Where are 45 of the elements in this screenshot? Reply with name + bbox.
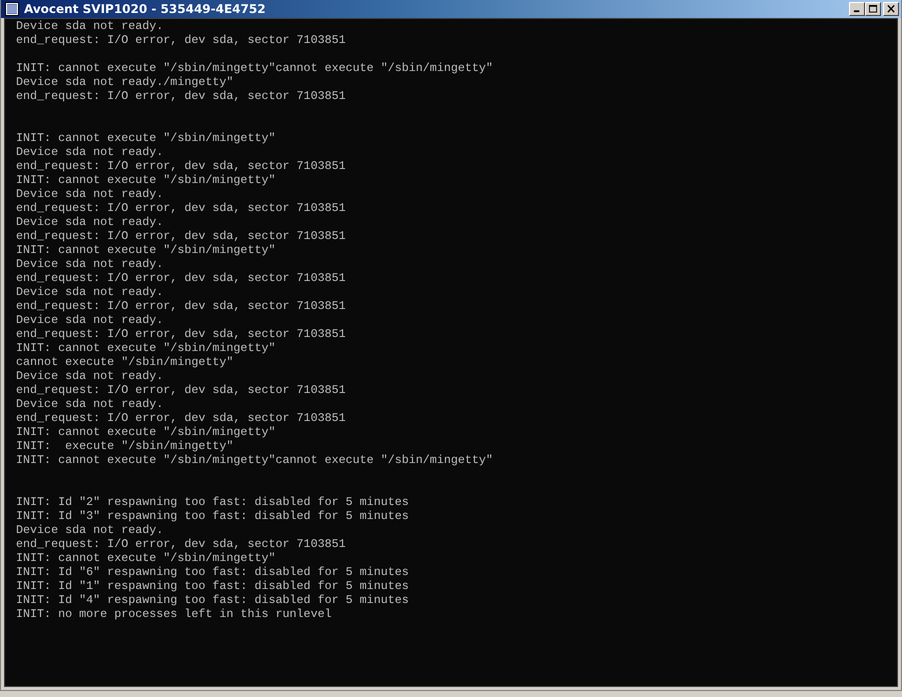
console-line: INIT: cannot execute "/sbin/mingetty" xyxy=(16,551,276,565)
console-line: end_request: I/O error, dev sda, sector 7103851 xyxy=(16,327,346,341)
window-icon xyxy=(5,2,19,16)
console-line: INIT: Id "1" respawning too fast: disabled for 5 minutes xyxy=(16,579,409,593)
console-line: INIT: execute "/sbin/mingetty" xyxy=(16,439,234,453)
console-line: INIT: Id "6" respawning too fast: disabled for 5 minutes xyxy=(16,565,409,579)
console-line: INIT: no more processes left in this runlevel xyxy=(16,607,332,621)
close-icon xyxy=(886,5,896,13)
console-line: Device sda not ready./mingetty" xyxy=(16,75,234,89)
console-line: end_request: I/O error, dev sda, sector 7103851 xyxy=(16,383,346,397)
console-line: INIT: cannot execute "/sbin/mingetty" xyxy=(16,243,276,257)
window-title: Avocent SVIP1020 - 535449-4E4752 xyxy=(24,2,266,16)
console-line: end_request: I/O error, dev sda, sector 7103851 xyxy=(16,89,346,103)
maximize-icon xyxy=(868,5,878,13)
console-line: INIT: cannot execute "/sbin/mingetty" xyxy=(16,131,276,145)
console-line: end_request: I/O error, dev sda, sector 7103851 xyxy=(16,299,346,313)
console-line: end_request: I/O error, dev sda, sector 7103851 xyxy=(16,271,346,285)
console-line: INIT: Id "4" respawning too fast: disabled for 5 minutes xyxy=(16,593,409,607)
console-line: end_request: I/O error, dev sda, sector 7103851 xyxy=(16,159,346,173)
console-line: Device sda not ready. xyxy=(16,523,164,537)
console-line: end_request: I/O error, dev sda, sector 7103851 xyxy=(16,33,346,47)
console-line: Device sda not ready. xyxy=(16,187,164,201)
console-line: Device sda not ready. xyxy=(16,145,164,159)
console-line: Device sda not ready. xyxy=(16,215,164,229)
console-line: INIT: cannot execute "/sbin/mingetty"cannot execute "/sbin/mingetty" xyxy=(16,453,493,467)
console-line: end_request: I/O error, dev sda, sector 7103851 xyxy=(16,201,346,215)
console-line: Device sda not ready. xyxy=(16,313,164,327)
console-line: INIT: cannot execute "/sbin/mingetty"cannot execute "/sbin/mingetty" xyxy=(16,61,493,75)
minimize-button[interactable] xyxy=(849,2,865,16)
console-line: end_request: I/O error, dev sda, sector 7103851 xyxy=(16,537,346,551)
console-line: end_request: I/O error, dev sda, sector 7103851 xyxy=(16,411,346,425)
console-line: Device sda not ready. xyxy=(16,19,164,33)
console-line: INIT: cannot execute "/sbin/mingetty" xyxy=(16,173,276,187)
console-line: INIT: Id "2" respawning too fast: disabled for 5 minutes xyxy=(16,495,409,509)
console-line: INIT: Id "3" respawning too fast: disabled for 5 minutes xyxy=(16,509,409,523)
console-line: Device sda not ready. xyxy=(16,397,164,411)
close-button[interactable] xyxy=(883,2,899,16)
console-line: Device sda not ready. xyxy=(16,285,164,299)
console-line: INIT: cannot execute "/sbin/mingetty" xyxy=(16,425,276,439)
console-line: Device sda not ready. xyxy=(16,369,164,383)
console-line: INIT: cannot execute "/sbin/mingetty" xyxy=(16,341,276,355)
console-line: Device sda not ready. xyxy=(16,257,164,271)
console-line: cannot execute "/sbin/mingetty" xyxy=(16,355,234,369)
console-line: end_request: I/O error, dev sda, sector 7103851 xyxy=(16,229,346,243)
maximize-button[interactable] xyxy=(865,2,881,16)
